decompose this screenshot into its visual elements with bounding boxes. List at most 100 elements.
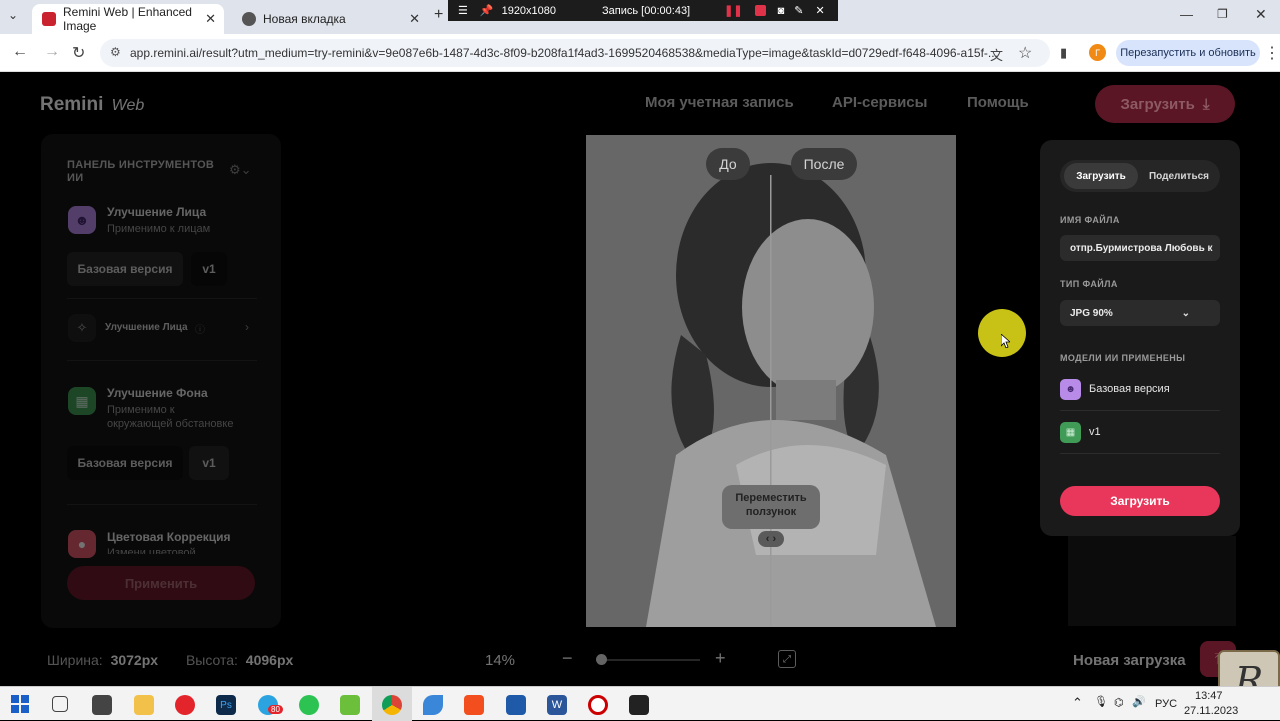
tray-chevron-icon[interactable]: ⌃ xyxy=(1072,695,1083,711)
filename-input[interactable]: отпр.Бурмистрова Любовь к xyxy=(1060,235,1220,261)
tab-download[interactable]: Загрузить xyxy=(1064,163,1138,189)
volume-icon[interactable]: 🔊 xyxy=(1132,695,1146,708)
filetype-select[interactable]: JPG 90% ⌄ xyxy=(1060,300,1220,326)
tab-list-button[interactable]: ⌄ xyxy=(8,8,18,22)
tab-remini[interactable]: Remini Web | Enhanced Image ✕ xyxy=(32,4,224,34)
close-window-icon[interactable]: ✕ xyxy=(1255,6,1267,23)
url-text: app.remini.ai/result?utm_medium=try-remi… xyxy=(130,46,998,60)
terminal-icon[interactable] xyxy=(629,695,649,715)
zoom-in-icon[interactable]: + xyxy=(715,648,726,669)
nav-help[interactable]: Помощь xyxy=(967,94,1029,111)
maximize-icon[interactable]: ❐ xyxy=(1217,7,1228,21)
download-button[interactable]: Загрузить xyxy=(1060,486,1220,516)
minimize-icon[interactable]: — xyxy=(1180,7,1193,22)
back-icon[interactable]: ← xyxy=(12,43,28,61)
portrait-photo xyxy=(586,135,956,627)
windows-taskbar: Ps 80 W ⌃ 🎙 ⌬ 🔊 РУС 13:47 27.11.2023 xyxy=(0,686,1280,721)
background-enhance-subtitle-1: Применимо к xyxy=(107,404,175,416)
app-wing-icon[interactable] xyxy=(423,695,443,715)
logo-sub: Web xyxy=(111,97,145,114)
color-correction-title: Цветовая Коррекция xyxy=(107,530,231,544)
zoom-level: 14% xyxy=(485,652,516,669)
screen-recorder-icon[interactable] xyxy=(588,695,608,715)
zoom-slider-thumb[interactable] xyxy=(596,654,608,665)
camera-icon[interactable]: ◙ xyxy=(778,5,785,17)
fullscreen-icon[interactable]: ⤢ xyxy=(778,650,796,668)
ai-tools-sidebar: ПАНЕЛЬ ИНСТРУМЕНТОВ ИИ ⚙⌄ ☻ Улучшение Ли… xyxy=(41,134,281,628)
url-field[interactable]: ⚙ app.remini.ai/result?utm_medium=try-re… xyxy=(100,39,1050,67)
background-enhance-title: Улучшение Фона xyxy=(107,386,208,400)
forward-icon[interactable]: → xyxy=(44,43,60,61)
model-row: ▦ v1 xyxy=(1060,421,1220,443)
divider xyxy=(1060,453,1220,454)
face-model-button[interactable]: v1 xyxy=(191,252,227,286)
profile-avatar[interactable]: Г xyxy=(1089,44,1106,61)
bluestacks-icon[interactable] xyxy=(340,695,360,715)
logo[interactable]: Remini Web xyxy=(40,94,144,116)
chevron-down-icon: ⌄ xyxy=(1181,307,1190,319)
network-icon[interactable]: ⌬ xyxy=(1114,696,1124,709)
tab-share[interactable]: Поделиться xyxy=(1142,163,1216,189)
task-view-icon[interactable] xyxy=(52,696,68,712)
clock-date[interactable]: 27.11.2023 xyxy=(1184,705,1238,717)
windows-start-icon[interactable] xyxy=(11,695,29,713)
settings-gear-icon[interactable]: ⚙⌄ xyxy=(229,162,252,178)
new-upload-link[interactable]: Новая загрузка xyxy=(1073,652,1186,669)
width-value: 3072px xyxy=(110,652,159,668)
pen-icon[interactable]: ✎ xyxy=(794,4,803,17)
recorder-status: Запись [00:00:43] xyxy=(602,4,691,17)
zoom-slider[interactable] xyxy=(596,654,700,665)
zoom-out-icon[interactable]: − xyxy=(562,648,573,669)
new-tab-icon[interactable]: + xyxy=(434,6,443,24)
slider-handle[interactable]: ‹ › xyxy=(758,531,784,547)
clock-time[interactable]: 13:47 xyxy=(1195,690,1223,702)
nav-api[interactable]: API-сервисы xyxy=(832,94,927,111)
pin-icon[interactable]: 📌 xyxy=(480,4,494,17)
reload-icon[interactable]: ↻ xyxy=(72,43,85,63)
close-tab-icon[interactable]: ✕ xyxy=(409,11,420,27)
site-settings-icon[interactable]: ⚙ xyxy=(110,45,121,59)
stop-icon[interactable] xyxy=(754,5,766,16)
face-model-icon: ☻ xyxy=(1060,378,1081,400)
background-model-button[interactable]: v1 xyxy=(189,446,229,480)
word-icon[interactable]: W xyxy=(547,695,567,715)
figma-icon[interactable] xyxy=(464,695,484,715)
app-blue-icon[interactable] xyxy=(506,695,526,715)
face-extra-title[interactable]: Улучшение Лица xyxy=(105,322,188,333)
file-explorer-icon[interactable] xyxy=(134,695,154,715)
apply-button[interactable]: Применить xyxy=(67,566,255,600)
close-recorder-icon[interactable]: ✕ xyxy=(815,4,824,17)
side-panel-icon[interactable]: ▮ xyxy=(1060,45,1067,61)
background-version-button[interactable]: Базовая версия xyxy=(67,446,183,480)
menu-icon[interactable]: ☰ xyxy=(458,4,468,17)
chevron-right-icon[interactable]: › xyxy=(245,320,249,334)
microphone-icon[interactable]: 🎙 xyxy=(1094,695,1108,708)
calculator-icon[interactable] xyxy=(92,695,112,715)
tab-new[interactable]: Новая вкладка ✕ xyxy=(232,4,428,34)
info-icon[interactable]: ⓘ xyxy=(195,321,205,336)
relaunch-button[interactable]: Перезапустить и обновить xyxy=(1116,40,1260,66)
divider xyxy=(67,298,257,299)
bookmark-star-icon[interactable]: ☆ xyxy=(1018,43,1032,63)
background-enhance-subtitle-2: окружающей обстановке xyxy=(107,418,234,430)
browser-menu-icon[interactable]: ⋮ xyxy=(1264,43,1280,63)
close-tab-icon[interactable]: ✕ xyxy=(205,11,216,27)
nav-account[interactable]: Моя учетная запись xyxy=(645,94,794,111)
pause-icon[interactable]: ❚❚ xyxy=(724,4,742,17)
image-comparison-viewer[interactable]: До После Переместить ползунок ‹ › xyxy=(586,135,956,627)
chrome-icon[interactable] xyxy=(382,695,402,715)
slider-hint: Переместить ползунок xyxy=(722,485,820,529)
translate-icon[interactable]: 文 xyxy=(990,45,1003,64)
before-label: До xyxy=(706,148,750,180)
photoshop-icon[interactable]: Ps xyxy=(216,695,236,715)
face-version-button[interactable]: Базовая версия xyxy=(67,252,183,286)
color-correction-icon: ● xyxy=(68,530,96,558)
download-arrow-icon: ⤓ xyxy=(1202,95,1210,113)
header-upload-button[interactable]: Загрузить ⤓ xyxy=(1095,85,1235,123)
yandex-browser-icon[interactable] xyxy=(175,695,195,715)
language-indicator[interactable]: РУС xyxy=(1155,698,1177,710)
divider xyxy=(67,360,257,361)
whatsapp-icon[interactable] xyxy=(299,695,319,715)
face-enhance-title: Улучшение Лица xyxy=(107,205,207,219)
tab-title: Remini Web | Enhanced Image xyxy=(63,5,192,33)
